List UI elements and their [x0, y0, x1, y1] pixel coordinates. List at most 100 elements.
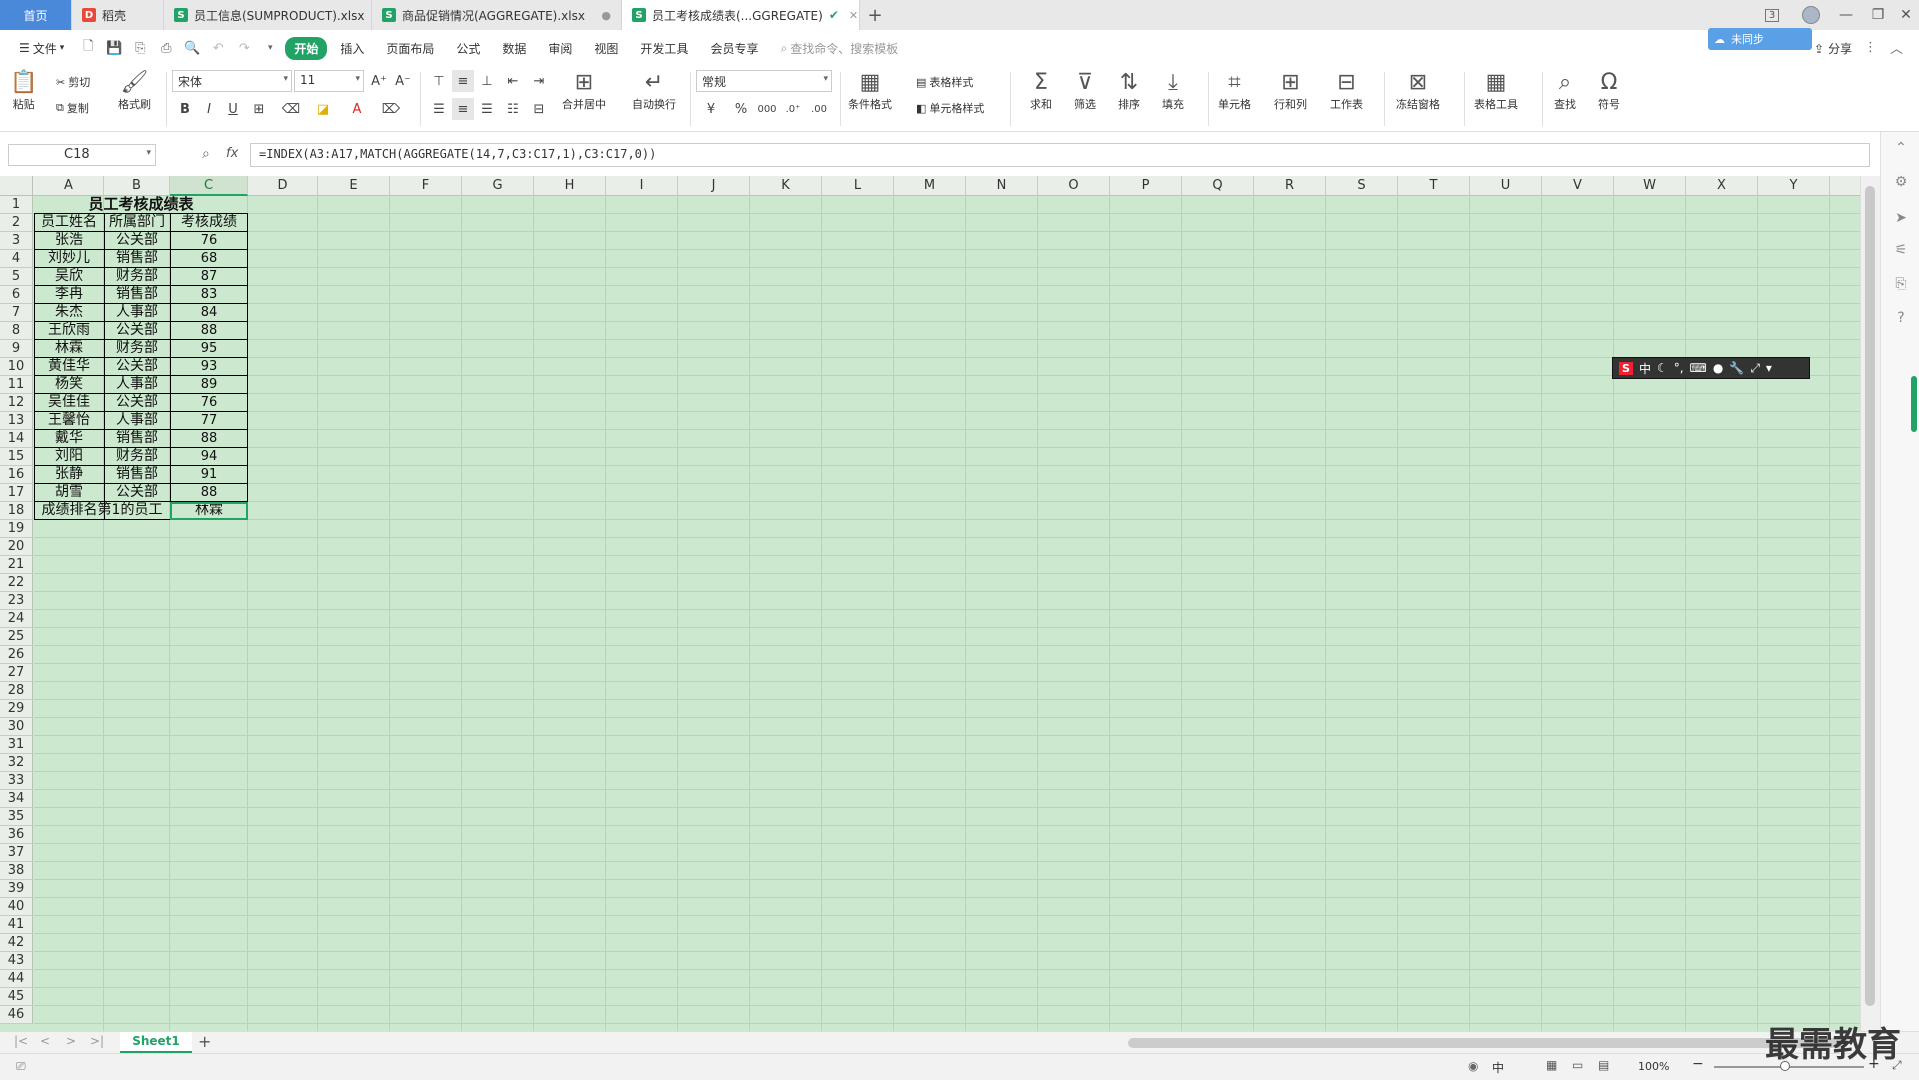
- vertical-scroll-thumb[interactable]: [1865, 186, 1875, 1006]
- wrench-icon[interactable]: 🔧: [1729, 361, 1744, 375]
- row-header[interactable]: 34: [0, 790, 32, 808]
- row-header[interactable]: 18: [0, 502, 32, 520]
- row-header[interactable]: 10: [0, 358, 32, 376]
- underline-icon[interactable]: U: [222, 98, 244, 120]
- row-col-button[interactable]: ⊞ 行和列: [1274, 70, 1307, 112]
- row-header[interactable]: 12: [0, 394, 32, 412]
- paste-button[interactable]: 📋 粘贴: [10, 70, 37, 112]
- cell[interactable]: 销售部: [104, 250, 170, 268]
- align-middle-icon[interactable]: ≡: [452, 70, 474, 92]
- share-button[interactable]: ⇪ 分享: [1814, 40, 1852, 57]
- column-header[interactable]: X: [1686, 176, 1758, 196]
- zoom-out-icon[interactable]: −: [1692, 1056, 1704, 1072]
- column-header[interactable]: T: [1398, 176, 1470, 196]
- conditional-format-button[interactable]: ▦ 条件格式: [848, 70, 892, 112]
- last-sheet-icon[interactable]: >|: [90, 1034, 104, 1048]
- row-header[interactable]: 36: [0, 826, 32, 844]
- sliders-icon[interactable]: ⚟: [1891, 240, 1911, 260]
- eraser-icon[interactable]: ⌦: [380, 98, 402, 120]
- help-icon[interactable]: ?: [1891, 308, 1911, 328]
- find-button[interactable]: ⌕ 查找: [1554, 70, 1576, 112]
- cell[interactable]: 95: [170, 340, 248, 358]
- cloud-sync-button[interactable]: ☁ 未同步: [1708, 28, 1812, 50]
- border-icon[interactable]: ⊞: [248, 98, 270, 120]
- align-bottom-icon[interactable]: ⊥: [476, 70, 498, 92]
- cell[interactable]: 公关部: [104, 484, 170, 502]
- indent-increase-icon[interactable]: ⇥: [528, 70, 550, 92]
- wrap-text-button[interactable]: ↵ 自动换行: [632, 70, 676, 112]
- backup-icon[interactable]: ⎘: [1891, 274, 1911, 294]
- row-header[interactable]: 14: [0, 430, 32, 448]
- row-header[interactable]: 43: [0, 952, 32, 970]
- collapse-ribbon-icon[interactable]: ︿: [1890, 38, 1903, 57]
- number-format-select[interactable]: 常规 ▾: [696, 70, 832, 92]
- cell[interactable]: 李冉: [34, 286, 104, 304]
- select-all-corner[interactable]: [0, 176, 33, 196]
- menu-member-tab[interactable]: 会员专享: [701, 37, 767, 60]
- cell[interactable]: 王欣雨: [34, 322, 104, 340]
- row-header[interactable]: 17: [0, 484, 32, 502]
- row-header[interactable]: 41: [0, 916, 32, 934]
- cell[interactable]: 89: [170, 376, 248, 394]
- avatar[interactable]: [1795, 0, 1827, 30]
- row-header[interactable]: 26: [0, 646, 32, 664]
- font-color-icon[interactable]: A: [346, 98, 368, 120]
- cell[interactable]: 张静: [34, 466, 104, 484]
- column-header[interactable]: U: [1470, 176, 1542, 196]
- cell[interactable]: 68: [170, 250, 248, 268]
- row-header[interactable]: 27: [0, 664, 32, 682]
- cell[interactable]: 员工姓名: [34, 214, 104, 232]
- symbol-button[interactable]: Ω 符号: [1598, 70, 1620, 112]
- row-header[interactable]: 19: [0, 520, 32, 538]
- cell[interactable]: 戴华: [34, 430, 104, 448]
- align-left-icon[interactable]: ☰: [428, 98, 450, 120]
- thousands-separator-icon[interactable]: 000: [756, 98, 778, 120]
- merge-center-button[interactable]: ⊞ 合并居中: [562, 70, 606, 112]
- cell[interactable]: 员工考核成绩表: [34, 196, 248, 214]
- clear-format-icon[interactable]: ⌫: [280, 98, 302, 120]
- cell[interactable]: 黄佳华: [34, 358, 104, 376]
- cell[interactable]: 销售部: [104, 286, 170, 304]
- more-options-icon[interactable]: ⋮: [1864, 40, 1877, 55]
- column-header[interactable]: O: [1038, 176, 1110, 196]
- sum-button[interactable]: Σ 求和: [1030, 70, 1052, 112]
- row-header[interactable]: 6: [0, 286, 32, 304]
- vertical-scrollbar[interactable]: [1860, 176, 1880, 1031]
- cell[interactable]: 公关部: [104, 232, 170, 250]
- close-icon[interactable]: ✕: [849, 9, 858, 22]
- cell[interactable]: 91: [170, 466, 248, 484]
- fill-button[interactable]: ⤓ 填充: [1162, 70, 1184, 112]
- percent-icon[interactable]: %: [730, 98, 752, 120]
- sort-button[interactable]: ⇅ 排序: [1118, 70, 1140, 112]
- row-header[interactable]: 30: [0, 718, 32, 736]
- cell[interactable]: 76: [170, 232, 248, 250]
- cell[interactable]: 87: [170, 268, 248, 286]
- formula-input[interactable]: =INDEX(A3:A17,MATCH(AGGREGATE(14,7,C3:C1…: [250, 143, 1870, 167]
- column-header[interactable]: Y: [1758, 176, 1830, 196]
- horizontal-scroll-thumb[interactable]: [1128, 1038, 1848, 1048]
- row-header[interactable]: 23: [0, 592, 32, 610]
- quick-access-more-icon[interactable]: ▾: [259, 37, 281, 59]
- justify-icon[interactable]: ☷: [502, 98, 524, 120]
- cell[interactable]: 人事部: [104, 304, 170, 322]
- property-icon[interactable]: ⚙: [1891, 172, 1911, 192]
- cell[interactable]: 考核成绩: [170, 214, 248, 232]
- keyboard-icon[interactable]: ⌨: [1690, 361, 1707, 375]
- cell[interactable]: 88: [170, 322, 248, 340]
- moon-icon[interactable]: ☾: [1657, 361, 1668, 375]
- menu-data-tab[interactable]: 数据: [493, 37, 535, 60]
- cell[interactable]: 财务部: [104, 340, 170, 358]
- row-header[interactable]: 44: [0, 970, 32, 988]
- name-box[interactable]: C18 ▾: [8, 144, 156, 166]
- format-painter-button[interactable]: 🖌 格式刷: [118, 70, 151, 112]
- cell-style-button[interactable]: ◧ 单元格样式: [916, 100, 984, 116]
- column-header[interactable]: F: [390, 176, 462, 196]
- first-sheet-icon[interactable]: |<: [14, 1034, 28, 1048]
- cell[interactable]: 朱杰: [34, 304, 104, 322]
- panel-scroll-indicator[interactable]: [1911, 376, 1917, 432]
- cut-button[interactable]: ✂ 剪切: [56, 74, 90, 90]
- column-header[interactable]: N: [966, 176, 1038, 196]
- column-header[interactable]: M: [894, 176, 966, 196]
- row-header[interactable]: 31: [0, 736, 32, 754]
- normal-view-icon[interactable]: ▦: [1546, 1058, 1557, 1072]
